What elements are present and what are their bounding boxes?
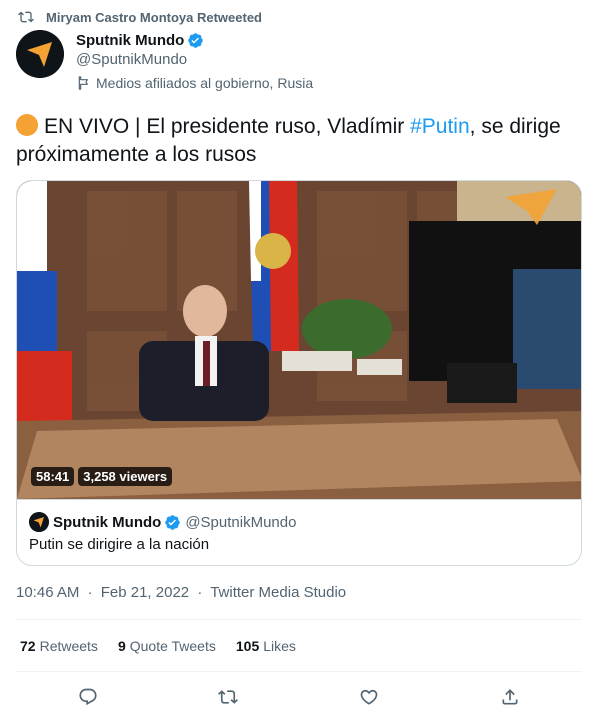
- media-source-footer[interactable]: Sputnik Mundo @SputnikMundo Putin se dir…: [17, 499, 581, 565]
- reply-button[interactable]: [74, 683, 102, 711]
- retweet-icon: [18, 9, 34, 25]
- likes-label: Likes: [263, 638, 296, 654]
- verified-badge-icon: [187, 32, 204, 49]
- video-player[interactable]: 58:41 3,258 viewers: [17, 181, 581, 499]
- flag-icon: [76, 75, 92, 91]
- video-badges: 58:41 3,258 viewers: [31, 467, 173, 486]
- author-block: Sputnik Mundo @SputnikMundo Medios afili…: [76, 30, 313, 92]
- source-avatar: [29, 512, 49, 532]
- retweet-button[interactable]: [214, 683, 242, 711]
- retweet-banner[interactable]: Miryam Castro Montoya Retweeted: [18, 7, 262, 27]
- verified-badge-icon: [164, 514, 181, 531]
- tweet-text-prefix: EN VIVO | El presidente ruso, Vladímir: [44, 115, 411, 138]
- retweets-stat[interactable]: 72 Retweets: [20, 636, 98, 656]
- meta-separator: ·: [87, 584, 93, 601]
- orange-circle-icon: [16, 114, 38, 136]
- viewers-badge: 3,258 viewers: [78, 467, 173, 486]
- like-button[interactable]: [355, 683, 383, 711]
- likes-stat[interactable]: 105 Likes: [236, 636, 296, 656]
- share-icon: [502, 689, 518, 705]
- retweet-icon: [218, 690, 238, 704]
- duration-badge: 58:41: [31, 467, 75, 486]
- tweet-date[interactable]: Feb 21, 2022: [101, 584, 189, 601]
- likes-count: 105: [235, 638, 260, 654]
- author-handle[interactable]: @SputnikMundo: [76, 50, 313, 70]
- retweets-count: 72: [20, 638, 36, 654]
- reply-icon: [79, 688, 97, 706]
- heart-icon: [360, 689, 378, 705]
- author-name[interactable]: Sputnik Mundo: [76, 32, 184, 49]
- state-affiliation-label[interactable]: Medios afiliados al gobierno, Rusia: [76, 74, 313, 92]
- meta-separator: ·: [197, 584, 203, 601]
- tweet-time[interactable]: 10:46 AM: [16, 584, 79, 601]
- retweet-banner-text: Miryam Castro Montoya Retweeted: [46, 9, 262, 25]
- source-name: Sputnik Mundo: [53, 513, 162, 531]
- video-frame-image: [17, 181, 581, 499]
- media-caption: Putin se dirigire a la nación: [29, 536, 210, 553]
- share-button[interactable]: [496, 683, 524, 711]
- tweet-client[interactable]: Twitter Media Studio: [210, 584, 346, 601]
- quotes-count: 9: [117, 638, 126, 654]
- sputnik-logo-icon: [16, 30, 64, 78]
- tweet-meta: 10:46 AM · Feb 21, 2022 · Twitter Media …: [16, 583, 346, 603]
- quotes-stat[interactable]: 9 Quote Tweets: [118, 636, 216, 656]
- sputnik-logo-icon: [29, 512, 49, 532]
- affiliation-text: Medios afiliados al gobierno, Rusia: [96, 75, 314, 91]
- author-avatar[interactable]: [16, 30, 64, 78]
- tweet-stats: 72 Retweets 9 Quote Tweets 105 Likes: [20, 636, 316, 656]
- divider: [16, 671, 582, 672]
- quotes-label: Quote Tweets: [129, 638, 216, 654]
- divider: [16, 619, 582, 620]
- retweets-label: Retweets: [39, 638, 98, 654]
- media-card[interactable]: 58:41 3,258 viewers Sputnik Mundo @Sputn…: [16, 180, 582, 566]
- tweet-text: EN VIVO | El presidente ruso, Vladímir #…: [16, 113, 582, 169]
- hashtag-link[interactable]: #Putin: [410, 115, 470, 138]
- tweet-actions: [16, 683, 582, 711]
- source-handle: @SputnikMundo: [185, 513, 297, 531]
